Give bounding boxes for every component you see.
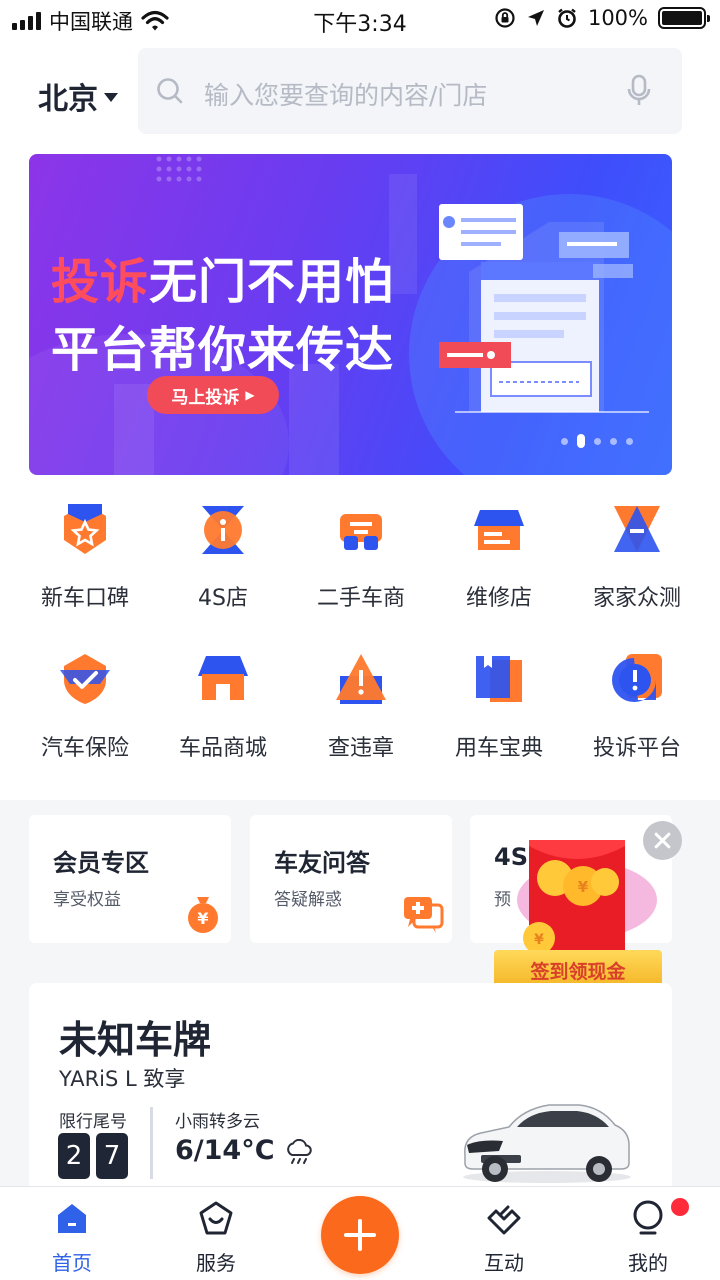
orientation-lock-icon — [495, 8, 515, 28]
warning-triangle-icon — [336, 654, 386, 704]
medal-icon — [64, 504, 106, 554]
rain-cloud-icon — [287, 1139, 312, 1164]
repair-shop-icon — [474, 510, 524, 550]
battery-icon — [658, 7, 710, 29]
restriction-digit: 7 — [96, 1133, 128, 1179]
search-input[interactable]: 输入您要查询的内容/门店 — [138, 48, 682, 134]
play-arrow-icon: ▶ — [245, 388, 255, 402]
money-bag-icon: ¥ — [188, 897, 218, 933]
qa-card[interactable]: 车友问答 答疑解惑 — [250, 815, 452, 943]
red-packet-icon[interactable]: ¥ ¥ — [495, 838, 662, 958]
complaint-illustration — [439, 204, 649, 413]
interaction-icon — [487, 1205, 521, 1235]
city-selector[interactable]: 北京 — [38, 74, 118, 118]
add-button[interactable] — [321, 1196, 399, 1274]
service-icon — [199, 1201, 233, 1235]
restriction-digit: 2 — [58, 1133, 90, 1179]
car-image — [463, 1104, 631, 1183]
search-icon — [157, 78, 183, 104]
weather-text: 小雨转多云 — [175, 1112, 260, 1132]
svg-text:¥: ¥ — [578, 878, 589, 896]
profile-icon — [633, 1200, 663, 1235]
svg-text:¥: ¥ — [534, 932, 544, 948]
chat-bubbles-icon — [404, 897, 444, 933]
complaint-bubble-icon — [612, 654, 662, 702]
hourglass-store-icon — [202, 506, 244, 554]
promo-banner[interactable]: 投诉无门不用怕 平台帮你来传达 马上投诉 ▶ — [29, 154, 672, 475]
store-icon — [198, 656, 248, 700]
search-placeholder: 输入您要查询的内容/门店 — [204, 81, 488, 110]
microphone-icon[interactable] — [626, 74, 652, 108]
location-arrow-icon — [527, 10, 544, 26]
battery-percent: 100% — [587, 6, 648, 30]
test-icon — [614, 506, 660, 552]
close-icon[interactable] — [643, 821, 682, 860]
home-icon — [58, 1204, 86, 1233]
banner-title: 投诉无门不用怕 — [51, 254, 395, 310]
divider — [150, 1107, 153, 1179]
my-car-card[interactable]: 未知车牌 YARiS L 致享 限行尾号 2 7 小雨转多云 6/14°C — [29, 983, 672, 1203]
book-icon — [476, 656, 522, 702]
car-model: YARiS L 致享 — [59, 1067, 186, 1091]
svg-text:¥: ¥ — [197, 909, 208, 928]
car-front-icon — [340, 514, 382, 550]
alarm-icon — [558, 8, 576, 28]
city-label: 北京 — [38, 82, 98, 117]
banner-cta-button[interactable]: 马上投诉 ▶ — [147, 376, 279, 414]
license-plate[interactable]: 未知车牌 — [59, 1009, 211, 1064]
banner-pager[interactable] — [561, 434, 633, 448]
status-bar: 中国联通 下午3:34 100% — [0, 0, 720, 40]
chevron-down-icon — [104, 92, 118, 102]
banner-subtitle: 平台帮你来传达 — [51, 322, 395, 378]
shield-check-icon — [60, 654, 110, 704]
notification-badge — [671, 1198, 689, 1216]
banner-dots-pattern — [156, 156, 202, 182]
member-zone-card[interactable]: 会员专区 享受权益 ¥ — [29, 815, 231, 943]
restriction-label: 限行尾号 — [59, 1112, 127, 1132]
temperature: 6/14°C — [175, 1135, 275, 1166]
